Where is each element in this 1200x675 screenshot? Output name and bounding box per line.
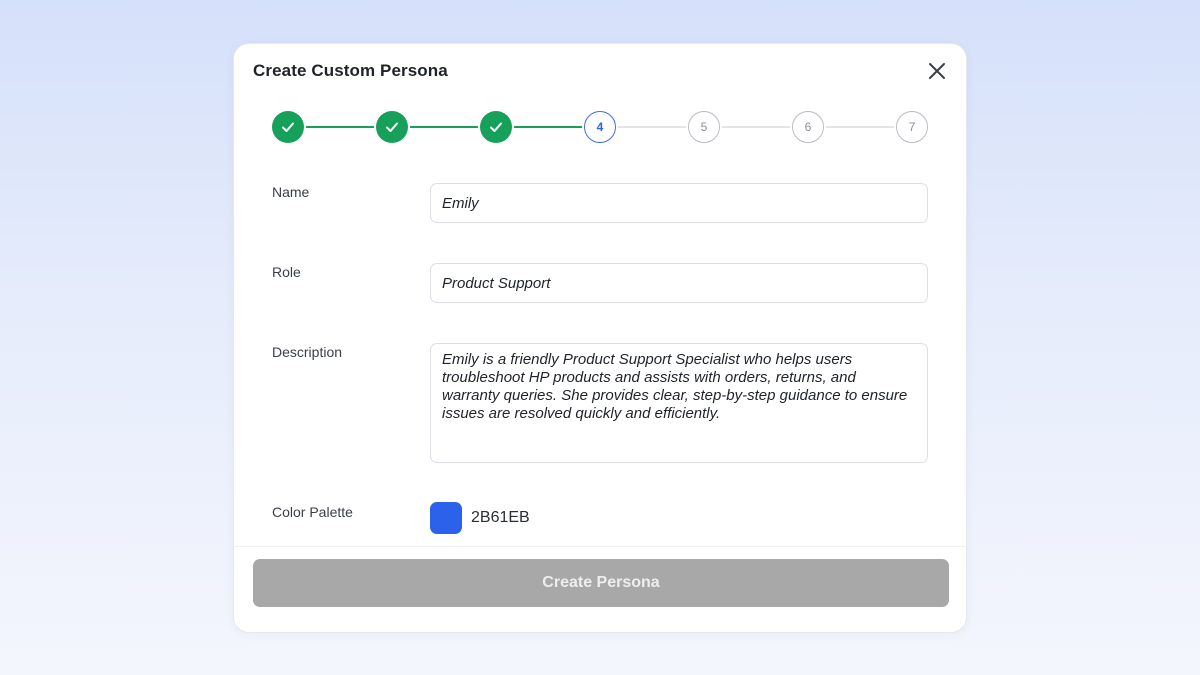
step-2[interactable] bbox=[376, 111, 408, 143]
name-label: Name bbox=[272, 184, 310, 200]
step-4[interactable]: 4 bbox=[584, 111, 616, 143]
step-number: 7 bbox=[908, 120, 916, 134]
name-value: Emily bbox=[442, 194, 479, 212]
checkmark-icon bbox=[282, 122, 294, 132]
name-field[interactable]: Emily bbox=[430, 183, 928, 223]
step-connector bbox=[826, 126, 894, 128]
step-connector bbox=[618, 126, 686, 128]
step-1[interactable] bbox=[272, 111, 304, 143]
step-connector bbox=[514, 126, 582, 128]
checkmark-icon bbox=[386, 122, 398, 132]
step-connector bbox=[410, 126, 478, 128]
step-number: 6 bbox=[804, 120, 812, 134]
description-field[interactable]: Emily is a friendly Product Support Spec… bbox=[430, 343, 928, 463]
step-5: 5 bbox=[688, 111, 720, 143]
step-number: 4 bbox=[596, 120, 604, 134]
footer-divider bbox=[234, 546, 966, 547]
create-persona-dialog: Create Custom Persona 4567 Name Emily Ro… bbox=[233, 43, 967, 633]
role-field[interactable]: Product Support bbox=[430, 263, 928, 303]
role-value: Product Support bbox=[442, 274, 551, 292]
step-connector bbox=[306, 126, 374, 128]
checkmark-icon bbox=[490, 122, 502, 132]
color-hex-value: 2B61EB bbox=[471, 509, 530, 526]
color-swatch[interactable] bbox=[430, 502, 462, 534]
step-connector bbox=[722, 126, 790, 128]
progress-stepper: 4 5 6 7 bbox=[234, 44, 968, 164]
step-number: 5 bbox=[700, 120, 708, 134]
description-label: Description bbox=[272, 344, 343, 360]
step-7: 7 bbox=[896, 111, 928, 143]
step-6: 6 bbox=[792, 111, 824, 143]
color-palette-label: Color Palette bbox=[272, 504, 353, 520]
role-label: Role bbox=[272, 264, 301, 280]
create-persona-button[interactable]: Create Persona bbox=[253, 559, 949, 607]
step-3[interactable] bbox=[480, 111, 512, 143]
